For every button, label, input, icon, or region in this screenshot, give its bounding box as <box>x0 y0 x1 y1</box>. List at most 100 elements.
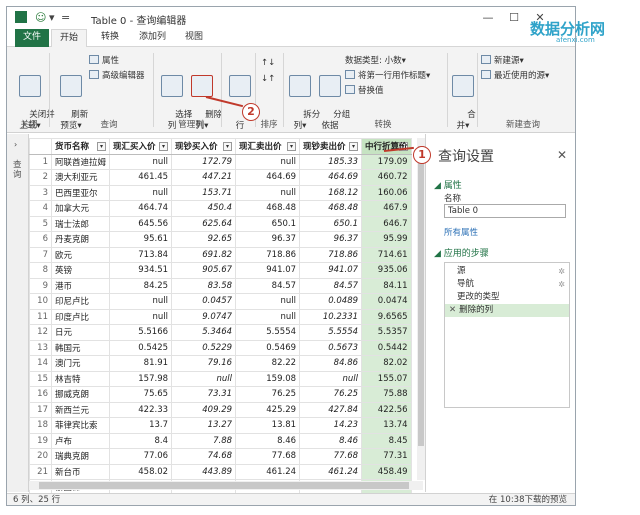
table-row[interactable]: 8 英镑 934.51 905.67 941.07 941.07 935.06 <box>29 262 412 279</box>
table-cell[interactable]: 新西兰元 <box>50 401 111 418</box>
table-cell[interactable]: 75.65 <box>109 386 173 403</box>
table-cell[interactable]: 8.46 <box>235 432 301 449</box>
table-cell[interactable]: 468.48 <box>235 200 301 217</box>
table-cell[interactable]: 409.29 <box>171 401 237 418</box>
vertical-scrollbar[interactable] <box>417 138 425 480</box>
table-cell[interactable]: 646.7 <box>361 215 412 232</box>
table-cell[interactable]: 菲律宾比索 <box>50 417 111 434</box>
column-header[interactable]: ▾ 货币名称 <box>50 138 111 155</box>
query-name-input[interactable]: Table 0 <box>444 204 566 218</box>
sort-descending-button[interactable]: ↓↑ <box>261 73 275 85</box>
table-cell[interactable]: 941.07 <box>299 262 363 279</box>
table-row[interactable]: 21 新台币 458.02 443.89 461.24 461.24 458.49 <box>29 463 412 480</box>
table-cell[interactable]: 95.99 <box>361 231 412 248</box>
table-cell[interactable]: 934.51 <box>109 262 173 279</box>
step-removed-columns[interactable]: ✕ 删除的列 <box>445 304 569 317</box>
table-row[interactable]: 17 新西兰元 422.33 409.29 425.29 427.84 422.56 <box>29 401 412 418</box>
table-cell[interactable]: 77.68 <box>299 448 363 465</box>
table-cell[interactable]: 77.06 <box>109 448 173 465</box>
refresh-preview-button[interactable]: 刷新 预览▾ <box>55 53 88 143</box>
table-cell[interactable]: 168.12 <box>299 184 363 201</box>
gear-icon[interactable]: ✲ <box>558 278 565 291</box>
table-cell[interactable]: 84.86 <box>299 355 363 372</box>
table-cell[interactable]: 0.5673 <box>299 339 363 356</box>
table-cell[interactable]: 461.45 <box>109 169 173 186</box>
table-cell[interactable]: 79.16 <box>171 355 237 372</box>
column-filter-icon[interactable]: ▾ <box>223 142 233 152</box>
table-cell[interactable]: 82.22 <box>235 355 301 372</box>
table-cell[interactable]: 林吉特 <box>50 370 111 387</box>
table-cell[interactable]: 5.3464 <box>171 324 237 341</box>
table-cell[interactable]: 650.1 <box>235 215 301 232</box>
table-cell[interactable]: 丹麦克朗 <box>50 231 111 248</box>
group-by-button[interactable]: 分组 依据 <box>317 53 350 143</box>
table-cell[interactable]: 427.84 <box>299 401 363 418</box>
table-row[interactable]: 9 港币 84.25 83.58 84.57 84.57 84.11 <box>29 277 412 294</box>
table-cell[interactable]: 155.07 <box>361 370 412 387</box>
table-cell[interactable]: 718.86 <box>299 246 363 263</box>
table-cell[interactable]: 443.89 <box>171 463 237 480</box>
table-cell[interactable]: 458.02 <box>109 463 173 480</box>
table-cell[interactable]: null <box>235 184 301 201</box>
table-cell[interactable]: 185.33 <box>299 153 363 170</box>
table-row[interactable]: 18 菲律宾比索 13.7 13.27 13.81 14.23 13.74 <box>29 417 412 434</box>
table-row[interactable]: 4 加拿大元 464.74 450.4 468.48 468.48 467.9 <box>29 200 412 217</box>
delete-step-icon[interactable]: ✕ <box>449 305 456 315</box>
table-row[interactable]: 7 欧元 713.84 691.82 718.86 718.86 714.61 <box>29 246 412 263</box>
table-cell[interactable]: 5.5357 <box>361 324 412 341</box>
recent-sources-button[interactable]: 最近使用的源▾ <box>481 70 549 82</box>
table-cell[interactable]: null <box>171 370 237 387</box>
table-cell[interactable]: 718.86 <box>235 246 301 263</box>
column-filter-icon[interactable]: ▾ <box>349 142 359 152</box>
merge-button[interactable]: 合 并▾ <box>451 53 476 143</box>
table-cell[interactable]: 9.6565 <box>361 308 412 325</box>
table-cell[interactable]: 76.25 <box>299 386 363 403</box>
table-cell[interactable]: 印度卢比 <box>50 308 111 325</box>
table-cell[interactable]: 7.88 <box>171 432 237 449</box>
table-cell[interactable]: 422.56 <box>361 401 412 418</box>
table-row[interactable]: 2 澳大利亚元 461.45 447.21 464.69 464.69 460.72 <box>29 169 412 186</box>
table-cell[interactable]: 714.61 <box>361 246 412 263</box>
advanced-editor-button[interactable]: 高级编辑器 <box>89 70 145 82</box>
table-cell[interactable]: 905.67 <box>171 262 237 279</box>
table-cell[interactable]: 加拿大元 <box>50 200 111 217</box>
column-header[interactable]: ▾ 现钞卖出价 <box>299 138 363 155</box>
table-cell[interactable]: 461.24 <box>299 463 363 480</box>
table-row[interactable]: 14 澳门元 81.91 79.16 82.22 84.86 82.02 <box>29 355 412 372</box>
table-cell[interactable]: 新台币 <box>50 463 111 480</box>
table-row[interactable]: 19 卢布 8.4 7.88 8.46 8.46 8.45 <box>29 432 412 449</box>
table-cell[interactable]: null <box>235 153 301 170</box>
table-cell[interactable]: 76.25 <box>235 386 301 403</box>
table-cell[interactable]: 挪威克朗 <box>50 386 111 403</box>
table-cell[interactable]: 461.24 <box>235 463 301 480</box>
table-cell[interactable]: 港币 <box>50 277 111 294</box>
table-row[interactable]: 6 丹麦克朗 95.61 92.65 96.37 96.37 95.99 <box>29 231 412 248</box>
customize-quick-access-icon[interactable]: = <box>61 11 70 24</box>
table-row[interactable]: 5 瑞士法郎 645.56 625.64 650.1 650.1 646.7 <box>29 215 412 232</box>
table-cell[interactable]: 82.02 <box>361 355 412 372</box>
table-cell[interactable]: 96.37 <box>299 231 363 248</box>
table-cell[interactable]: 澳门元 <box>50 355 111 372</box>
reduce-rows-button[interactable]: 减少 行 <box>227 53 260 143</box>
table-row[interactable]: 16 挪威克朗 75.65 73.31 76.25 76.25 75.88 <box>29 386 412 403</box>
table-cell[interactable]: 81.91 <box>109 355 173 372</box>
table-cell[interactable]: 83.58 <box>171 277 237 294</box>
table-cell[interactable]: 欧元 <box>50 246 111 263</box>
table-cell[interactable]: null <box>109 184 173 201</box>
table-cell[interactable]: 458.49 <box>361 463 412 480</box>
table-cell[interactable]: 5.5166 <box>109 324 173 341</box>
column-filter-icon[interactable]: ▾ <box>159 142 169 152</box>
table-cell[interactable]: 10.2331 <box>299 308 363 325</box>
table-cell[interactable]: null <box>235 308 301 325</box>
table-cell[interactable]: 425.29 <box>235 401 301 418</box>
use-first-row-button[interactable]: 将第一行用作标题▾ <box>345 70 430 82</box>
new-source-button[interactable]: 新建源▾ <box>481 55 524 67</box>
table-row[interactable]: 20 瑞典克朗 77.06 74.68 77.68 77.68 77.31 <box>29 448 412 465</box>
tab-view[interactable]: 视图 <box>177 29 211 47</box>
tab-home[interactable]: 开始 <box>51 29 88 48</box>
table-cell[interactable]: null <box>235 293 301 310</box>
table-cell[interactable]: 澳大利亚元 <box>50 169 111 186</box>
table-cell[interactable]: 941.07 <box>235 262 301 279</box>
table-cell[interactable]: 8.4 <box>109 432 173 449</box>
table-cell[interactable]: 73.31 <box>171 386 237 403</box>
